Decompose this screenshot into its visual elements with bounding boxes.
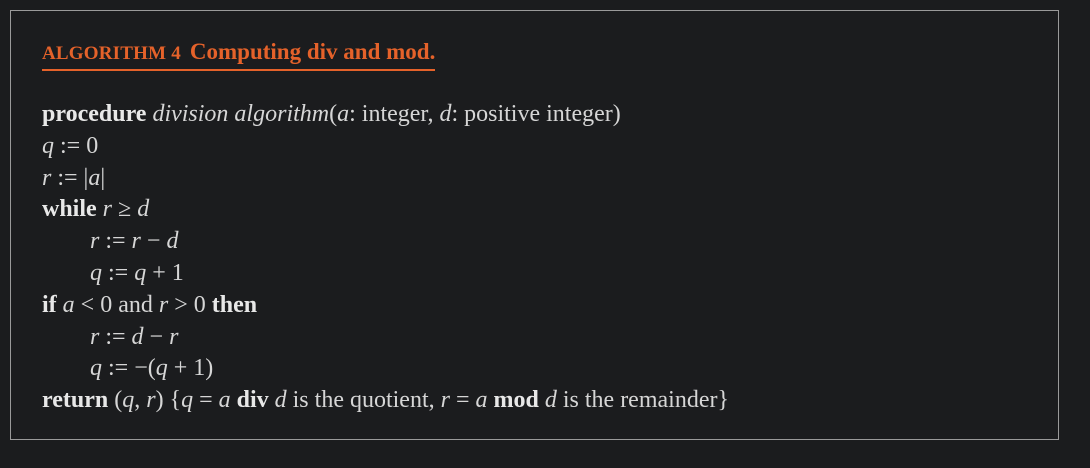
code-text: −: [140, 228, 167, 255]
variable-r: r: [169, 323, 179, 350]
code-text: =: [193, 387, 219, 414]
code-text: |: [100, 164, 106, 191]
code-text: < 0 and: [74, 291, 159, 318]
keyword-if: if: [42, 291, 57, 318]
code-text: (: [108, 387, 123, 414]
variable-q: q: [181, 387, 194, 414]
code-line-3: r := |a|: [42, 163, 729, 195]
algorithm-title: Computing div and mod.: [189, 39, 436, 64]
variable-r: r: [42, 164, 52, 191]
algorithm-label: ALGORITHM 4: [42, 43, 181, 64]
variable-a: a: [62, 291, 75, 318]
code-text: :=: [99, 228, 132, 255]
code-text: := −(: [102, 355, 156, 382]
code-line-10: return (q, r) {q = a div d is the quotie…: [42, 385, 729, 417]
variable-r: r: [131, 228, 141, 255]
code-text: ) {: [155, 387, 182, 414]
variable-r: r: [90, 228, 100, 255]
code-text: ,: [134, 387, 147, 414]
variable-r: r: [440, 387, 450, 414]
variable-r: r: [146, 387, 156, 414]
variable-q: q: [90, 259, 102, 286]
code-text: : integer,: [349, 101, 440, 127]
code-line-5: r := r − d: [42, 226, 729, 258]
algorithm-header: ALGORITHM 4 Computing div and mod.: [42, 39, 436, 71]
code-text: =: [449, 387, 476, 414]
variable-q: q: [122, 387, 135, 414]
code-text: > 0: [168, 291, 212, 318]
variable-r: r: [90, 323, 100, 350]
variable-r: r: [158, 291, 169, 318]
code-text: :=: [99, 323, 132, 350]
variable-q: q: [134, 259, 147, 286]
code-line-9: q := −(q + 1): [42, 353, 729, 385]
code-text: := 0: [54, 132, 99, 159]
variable-a: a: [218, 387, 231, 414]
keyword-return: return: [42, 387, 109, 414]
variable-a: a: [337, 101, 350, 127]
variable-d: d: [137, 196, 150, 223]
variable-q: q: [90, 355, 102, 382]
code-line-7: if a < 0 and r > 0 then: [42, 290, 729, 322]
variable-d: d: [274, 387, 287, 414]
code-line-8: r := d − r: [42, 322, 729, 354]
code-line-6: q := q + 1: [42, 258, 729, 290]
variable-d: d: [131, 323, 144, 350]
keyword-while: while: [42, 196, 97, 223]
code-text: −: [143, 323, 170, 350]
code-text: := |: [51, 164, 89, 191]
variable-d: d: [544, 387, 557, 414]
keyword-then: then: [211, 291, 258, 318]
code-text: + 1: [146, 259, 184, 286]
code-text: is the quotient,: [286, 387, 441, 414]
code-text: is the remainder}: [556, 387, 729, 414]
procedure-name: division algorithm: [152, 101, 330, 127]
code-text: (: [329, 101, 338, 127]
code-text: + 1): [167, 355, 214, 382]
variable-q: q: [155, 355, 168, 382]
variable-d: d: [439, 101, 452, 127]
variable-a: a: [475, 387, 488, 414]
code-text: : positive integer): [451, 101, 621, 127]
algorithm-box: ALGORITHM 4 Computing div and mod. proced…: [10, 10, 1059, 440]
keyword-mod: mod: [493, 387, 539, 414]
variable-a: a: [88, 164, 101, 191]
variable-d: d: [166, 228, 179, 255]
code-line-4: while r ≥ d: [42, 194, 729, 226]
variable-q: q: [42, 132, 54, 159]
code-line-2: q := 0: [42, 131, 729, 163]
code-line-1: procedure division algorithm(a: integer,…: [42, 99, 729, 131]
pseudocode: procedure division algorithm(a: integer,…: [42, 99, 729, 417]
keyword-div: div: [236, 387, 269, 414]
variable-r: r: [102, 196, 113, 223]
code-text: :=: [102, 259, 135, 286]
keyword-procedure: procedure: [42, 101, 147, 127]
code-text: ≥: [112, 196, 138, 223]
